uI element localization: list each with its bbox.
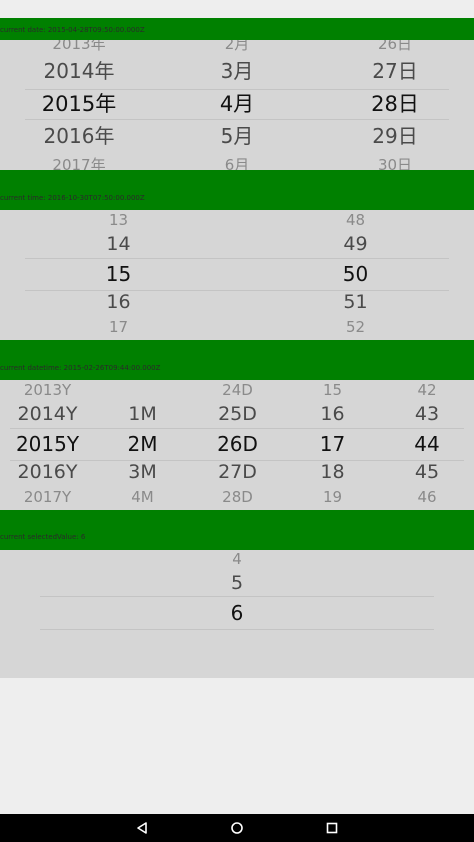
datetime-picker[interactable]: 2013Y 2014Y 2015Y 2016Y 2017Y 1M 2M 3M 4… (0, 380, 474, 510)
wheel-item-selected[interactable]: 2015年 (0, 91, 158, 117)
back-icon[interactable] (122, 814, 162, 842)
wheel-item-selected[interactable]: 6 (0, 601, 474, 625)
current-datetime-caption: current datetime: 2015-02-26T09:44:00.00… (0, 364, 161, 372)
wheel-item-selected[interactable]: 2015Y (0, 432, 95, 456)
wheel-item[interactable]: 16 (285, 403, 380, 425)
wheel-item[interactable]: 43 (380, 403, 474, 425)
month-wheel[interactable]: 2月 3月 4月 5月 6月 (158, 40, 316, 170)
wheel-item[interactable]: 5月 (158, 124, 316, 148)
year-wheel[interactable]: 2013年 2014年 2015年 2016年 2017年 (0, 40, 158, 170)
wheel-item-selected[interactable]: 2M (95, 432, 190, 456)
wheel-item[interactable]: 2016Y (0, 461, 95, 483)
date-picker[interactable]: 2013年 2014年 2015年 2016年 2017年 2月 3月 4月 5… (0, 40, 474, 170)
wheel-item[interactable]: 1M (95, 403, 190, 425)
wheel-item[interactable]: 2013Y (0, 382, 95, 398)
wheel-item[interactable]: 42 (380, 382, 474, 398)
navigation-bar (0, 814, 474, 842)
wheel-item[interactable]: 3M (95, 461, 190, 483)
wheel-item[interactable]: 48 (237, 212, 474, 228)
wheel-item[interactable]: 2017年 (0, 157, 158, 170)
wheel-item-selected[interactable]: 50 (237, 262, 474, 286)
current-time-caption: current time: 2016-10-30T07:50:00.000Z (0, 194, 145, 202)
time-picker[interactable]: 13 14 15 16 17 48 49 50 51 52 (0, 210, 474, 340)
time-picker-header: current time: 2016-10-30T07:50:00.000Z (0, 170, 474, 210)
wheel-item[interactable]: 2014Y (0, 403, 95, 425)
wheel-item[interactable]: 16 (0, 291, 237, 313)
wheel-item[interactable]: 5 (0, 572, 474, 594)
wheel-item[interactable]: 2月 (158, 40, 316, 52)
wheel-item[interactable]: 25D (190, 403, 285, 425)
wheel-item-selected[interactable]: 15 (0, 262, 237, 286)
home-icon[interactable] (217, 814, 257, 842)
datetime-minute-wheel[interactable]: 42 43 44 45 46 (380, 380, 474, 510)
wheel-item-selected[interactable]: 28日 (316, 91, 474, 117)
wheel-item[interactable]: 2014年 (0, 59, 158, 83)
value-wheel[interactable]: 4 5 6 (0, 550, 474, 678)
datetime-day-wheel[interactable]: 24D 25D 26D 27D 28D (190, 380, 285, 510)
wheel-item[interactable]: 45 (380, 461, 474, 483)
wheel-item[interactable]: 17 (0, 319, 237, 335)
wheel-item[interactable]: 51 (237, 291, 474, 313)
current-selected-value-caption: current selectedValue: 6 (0, 533, 86, 541)
wheel-item[interactable]: 4M (95, 489, 190, 505)
datetime-year-wheel[interactable]: 2013Y 2014Y 2015Y 2016Y 2017Y (0, 380, 95, 510)
wheel-item[interactable]: 13 (0, 212, 237, 228)
wheel-item-selected[interactable]: 26D (190, 432, 285, 456)
wheel-item[interactable]: 27D (190, 461, 285, 483)
wheel-item[interactable]: 14 (0, 233, 237, 255)
wheel-item[interactable]: 52 (237, 319, 474, 335)
datetime-month-wheel[interactable]: 1M 2M 3M 4M (95, 380, 190, 510)
wheel-item[interactable]: 2013年 (0, 40, 158, 52)
wheel-item[interactable]: 15 (285, 382, 380, 398)
wheel-item[interactable]: 18 (285, 461, 380, 483)
current-date-caption: current date: 2015-04-28T09:50:00.000Z (0, 26, 145, 34)
datetime-picker-header: current datetime: 2015-02-26T09:44:00.00… (0, 340, 474, 380)
minute-wheel[interactable]: 48 49 50 51 52 (237, 210, 474, 340)
wheel-item-selected[interactable]: 17 (285, 432, 380, 456)
day-wheel[interactable]: 26日 27日 28日 29日 30日 (316, 40, 474, 170)
wheel-item[interactable]: 46 (380, 489, 474, 505)
wheel-item[interactable]: 2016年 (0, 124, 158, 148)
wheel-item[interactable]: 27日 (316, 59, 474, 83)
wheel-item[interactable]: 26日 (316, 40, 474, 52)
wheel-item[interactable]: 28D (190, 489, 285, 505)
wheel-item[interactable]: 29日 (316, 124, 474, 148)
wheel-item[interactable]: 24D (190, 382, 285, 398)
wheel-item[interactable]: 4 (0, 551, 474, 567)
wheel-item[interactable]: 19 (285, 489, 380, 505)
wheel-item[interactable]: 3月 (158, 59, 316, 83)
wheel-item-selected[interactable]: 4月 (158, 91, 316, 117)
wheel-item-selected[interactable]: 44 (380, 432, 474, 456)
datetime-hour-wheel[interactable]: 15 16 17 18 19 (285, 380, 380, 510)
wheel-item[interactable]: 30日 (316, 157, 474, 170)
hour-wheel[interactable]: 13 14 15 16 17 (0, 210, 237, 340)
wheel-item[interactable]: 6月 (158, 157, 316, 170)
wheel-item[interactable]: 49 (237, 233, 474, 255)
recents-icon[interactable] (312, 814, 352, 842)
value-picker-header: current selectedValue: 6 (0, 510, 474, 550)
value-picker[interactable]: 4 5 6 (0, 550, 474, 678)
wheel-item[interactable]: 2017Y (0, 489, 95, 505)
